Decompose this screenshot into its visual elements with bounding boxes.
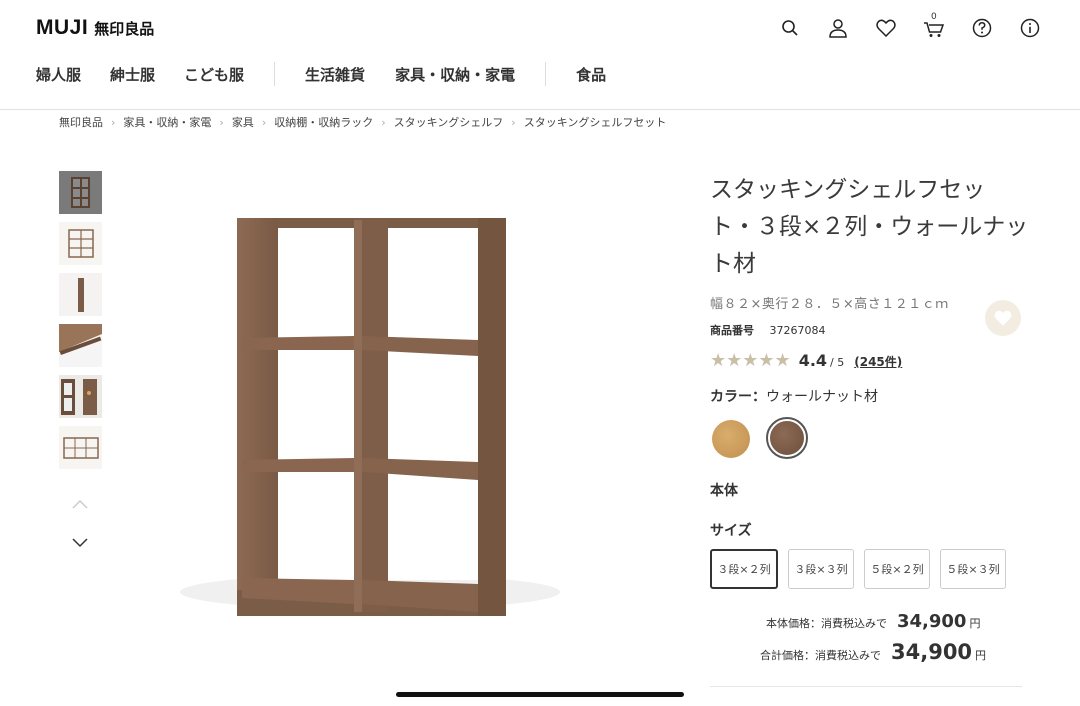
heart-icon[interactable]	[872, 16, 900, 40]
chevron-right-icon: ›	[261, 115, 267, 129]
breadcrumb: 無印良品 › 家具・収納・家電 › 家具 › 収納棚・収納ラック › スタッキン…	[59, 114, 666, 130]
rating-max: / 5	[830, 356, 845, 369]
product-sku: 商品番号 37267084	[710, 322, 1030, 338]
product-main-image[interactable]	[170, 180, 590, 650]
breadcrumb-current: スタッキングシェルフセット	[523, 116, 667, 129]
cart-icon[interactable]: 0	[920, 12, 948, 40]
logo-jp: 無印良品	[94, 20, 155, 38]
base-price: 本体価格：消費税込みで 34,900 円	[766, 611, 980, 632]
chevron-right-icon: ›	[111, 115, 116, 129]
section-divider	[710, 686, 1022, 687]
size-option-3x3[interactable]: ３段×３列	[788, 549, 854, 589]
nav-household[interactable]: 生活雑貨	[305, 64, 365, 85]
thumbnail-side[interactable]	[59, 273, 102, 316]
main-nav: 婦人服 紳士服 こども服 生活雑貨 家具・収納・家電 食品	[36, 62, 606, 86]
chevron-right-icon: ›	[511, 115, 516, 129]
heart-icon	[994, 310, 1012, 326]
size-option-5x3[interactable]: ５段×３列	[940, 549, 1006, 589]
product-rating: ★★★★★ 4.4 / 5 (245件)	[710, 350, 1030, 371]
header-icons: 0	[776, 12, 1044, 40]
thumbnail-front[interactable]	[59, 171, 102, 214]
rating-value: 4.4	[798, 351, 828, 370]
header-divider	[0, 109, 1080, 110]
thumbnail-wide[interactable]	[59, 426, 102, 469]
star-rating-icon: ★★★★★	[710, 350, 791, 371]
home-indicator[interactable]	[396, 692, 684, 697]
nav-divider	[274, 62, 276, 86]
swatch-walnut[interactable]	[766, 417, 808, 459]
nav-mens[interactable]: 紳士服	[110, 64, 155, 85]
base-price-value: 34,900	[897, 611, 967, 632]
base-price-yen: 円	[969, 617, 981, 630]
logo-text: MUJI	[36, 16, 89, 39]
product-title: スタッキングシェルフセット・３段×２列・ウォールナット材	[710, 177, 1029, 277]
nav-divider	[545, 62, 547, 86]
total-price: 合計価格：消費税込みで 34,900 円	[760, 640, 986, 664]
color-value: ウォールナット材	[766, 389, 878, 405]
swatch-oak[interactable]	[712, 420, 750, 458]
color-swatches	[710, 417, 808, 459]
sku-label: 商品番号	[710, 324, 754, 337]
breadcrumb-item[interactable]: スタッキングシェルフ	[394, 114, 504, 130]
breadcrumb-item[interactable]: 家具・収納・家電	[123, 114, 211, 130]
breadcrumb-item[interactable]: 家具	[232, 114, 254, 130]
chevron-up-icon[interactable]	[71, 494, 89, 513]
account-icon[interactable]	[824, 16, 852, 40]
help-icon[interactable]	[968, 16, 996, 40]
nav-food[interactable]: 食品	[576, 64, 606, 85]
info-icon[interactable]	[1016, 16, 1044, 40]
search-icon[interactable]	[776, 16, 804, 40]
chevron-down-icon[interactable]	[71, 533, 89, 552]
thumbnail-room[interactable]	[59, 222, 102, 265]
body-label: 本体	[710, 483, 738, 499]
breadcrumb-item[interactable]: 無印良品	[59, 114, 103, 130]
product-info: スタッキングシェルフセット・３段×２列・ウォールナット材 幅８２×奥行２８．５×…	[710, 172, 1030, 371]
color-selector-label: カラー：ウォールナット材	[710, 386, 878, 406]
product-dimensions: 幅８２×奥行２８．５×高さ１２１ｃｍ	[710, 297, 949, 312]
color-label: カラー：	[710, 389, 766, 405]
thumbnail-detail[interactable]	[59, 324, 102, 367]
breadcrumb-item[interactable]: 収納棚・収納ラック	[274, 114, 373, 130]
logo[interactable]: MUJI 無印良品	[36, 16, 154, 40]
cart-count: 0	[931, 12, 937, 22]
thumbnail-interior[interactable]	[59, 375, 102, 418]
size-option-5x2[interactable]: ５段×２列	[864, 549, 930, 589]
nav-kids[interactable]: こども服	[184, 64, 244, 85]
chevron-right-icon: ›	[219, 115, 224, 129]
sku-value: 37267084	[769, 324, 826, 337]
total-price-yen: 円	[975, 649, 987, 662]
review-count-link[interactable]: (245件)	[854, 353, 902, 370]
size-option-3x2[interactable]: ３段×２列	[710, 549, 778, 589]
size-options: ３段×２列 ３段×３列 ５段×２列 ５段×３列	[710, 549, 1006, 589]
chevron-right-icon: ›	[381, 115, 386, 129]
favorite-button[interactable]	[985, 300, 1021, 336]
total-price-label: 合計価格：消費税込みで	[760, 649, 881, 662]
base-price-label: 本体価格：消費税込みで	[766, 617, 887, 630]
thumbnail-list	[59, 171, 102, 469]
nav-furniture[interactable]: 家具・収納・家電	[395, 64, 515, 85]
size-label: サイズ	[710, 523, 752, 539]
nav-womens[interactable]: 婦人服	[36, 64, 81, 85]
total-price-value: 34,900	[891, 640, 973, 664]
